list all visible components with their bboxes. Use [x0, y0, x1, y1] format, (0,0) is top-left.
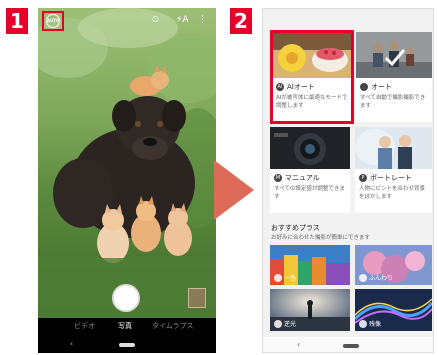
mode-timelapse[interactable]: タイムラプス: [152, 321, 194, 331]
more-icon[interactable]: ⋮: [198, 15, 207, 25]
system-nav-bar: ‹: [38, 336, 216, 353]
home-pill-icon[interactable]: [119, 343, 135, 347]
flash-auto-icon[interactable]: ⚡A: [176, 15, 188, 25]
manual-title-text: マニュアル: [285, 174, 320, 182]
recommended-subtitle: お好みに合わせた撮影が簡単にできます: [271, 235, 371, 241]
manual-mode-icon: M: [274, 174, 282, 182]
portrait-desc: 人物にピントを合わせ背景をぼかします: [359, 186, 426, 200]
viewfinder-photo: [38, 8, 216, 318]
auto-card[interactable]: オート すべて自動で撮影撮影できます: [356, 32, 432, 122]
portrait-card[interactable]: P ポートレート 人物にピントを合わせ背景をぼかします: [355, 127, 432, 213]
system-nav-bar-2: ‹: [263, 337, 433, 352]
mode-video[interactable]: ビデオ: [74, 321, 95, 331]
auto-desc: すべて自動で撮影撮影できます: [360, 95, 426, 109]
auto-title: オート: [360, 82, 392, 92]
ai-auto-highlight-frame: [270, 30, 354, 124]
step-2-badge: 2: [230, 8, 252, 34]
tile-backlight-label: 逆光: [274, 319, 297, 328]
tile-afterimage-icon: [359, 320, 367, 328]
tile-backlight-icon: [274, 320, 282, 328]
portrait-title-text: ポートレート: [370, 174, 412, 182]
tile-soft-icon: [359, 274, 367, 282]
tile-afterimage-text: 残像: [369, 320, 382, 328]
camera-top-bar: AUTO ⏲ ⚡A ⋮: [38, 8, 216, 32]
timer-icon[interactable]: ⏲: [152, 15, 159, 25]
manual-card[interactable]: M マニュアル すべての設定値が調整できます: [270, 127, 350, 213]
portrait-title: P ポートレート: [359, 173, 412, 183]
portrait-image: [355, 127, 432, 169]
back-icon[interactable]: ‹: [70, 339, 73, 348]
tile-afterimage[interactable]: 残像: [355, 289, 432, 331]
tile-soft-label: ふんわり: [359, 273, 394, 282]
home-pill-icon-2[interactable]: [343, 344, 359, 348]
manual-title: M マニュアル: [274, 173, 320, 183]
camera-screen: AUTO ⏲ ⚡A ⋮ ビデオ 写真 タイムラプス ‹: [38, 8, 216, 353]
tile-color-label: ー色: [274, 273, 297, 282]
manual-desc: すべての設定値が調整できます: [274, 186, 345, 200]
tile-color-text: ー色: [284, 274, 297, 282]
instruction-figure: 1 AUTO ⏲ ⚡A ⋮ ビデオ 写真 タイムラプス ‹ 2 AI AIオート…: [0, 0, 438, 355]
mode-menu-screen: AI AIオート AIが被写体に最適なモードで調整します オート すべて自動で撮…: [262, 8, 434, 353]
auto-highlight-frame: [42, 11, 64, 31]
tile-soft-text: ふんわり: [369, 274, 394, 282]
next-step-arrow: [214, 160, 254, 220]
shutter-button[interactable]: [112, 284, 140, 312]
auto-mode-icon: [360, 83, 368, 91]
tile-color[interactable]: ー色: [270, 245, 350, 285]
recommended-title: おすすめプラス: [271, 224, 320, 232]
auto-image: [356, 32, 432, 78]
mode-photo[interactable]: 写真: [118, 321, 132, 331]
tile-afterimage-label: 残像: [359, 319, 382, 328]
step-1-badge: 1: [6, 8, 28, 34]
camera-mode-bar: ビデオ 写真 タイムラプス: [38, 318, 216, 336]
back-icon-2[interactable]: ‹: [297, 340, 300, 349]
tile-color-icon: [274, 274, 282, 282]
viewfinder[interactable]: AUTO ⏲ ⚡A ⋮: [38, 8, 216, 318]
tile-soft[interactable]: ふんわり: [355, 245, 432, 285]
gallery-thumbnail[interactable]: [188, 288, 206, 308]
tile-backlight[interactable]: 逆光: [270, 289, 350, 331]
portrait-mode-icon: P: [359, 174, 367, 182]
auto-title-text: オート: [371, 83, 392, 91]
tile-backlight-text: 逆光: [284, 320, 297, 328]
manual-image: [270, 127, 350, 169]
